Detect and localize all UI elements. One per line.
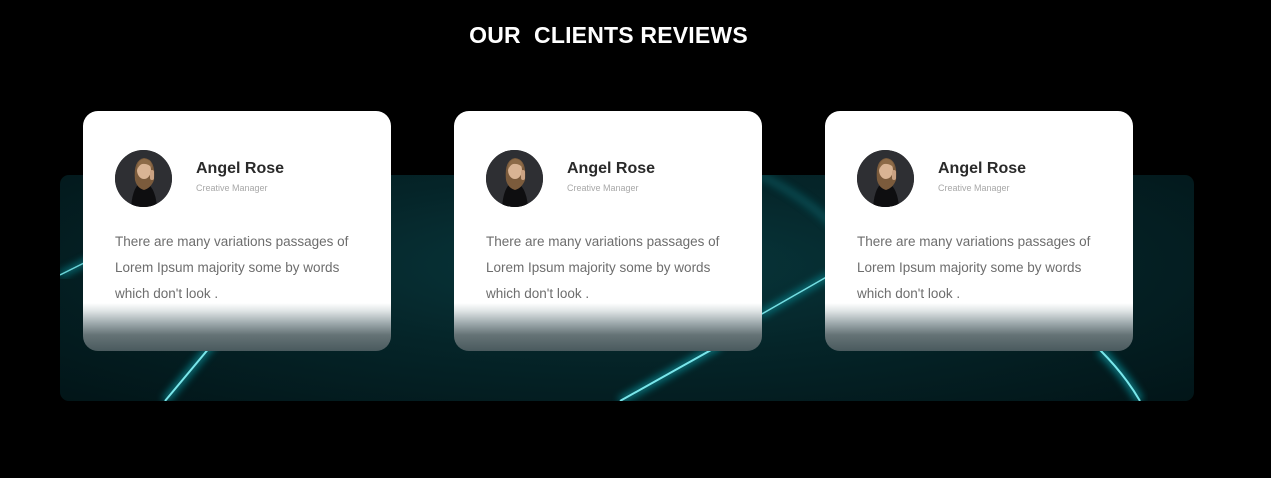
section-title: OUR CLIENTS REVIEWS [469, 22, 748, 48]
user-photo-avatar [115, 150, 172, 207]
reviews-section: OUR CLIENTS REVIEWS Angel Rose Creative … [0, 0, 1271, 478]
review-text: There are many variations passages of Lo… [486, 234, 720, 301]
reviewer-name: Angel Rose [196, 160, 285, 177]
reviewer-name: Angel Rose [938, 160, 1027, 177]
user-photo-avatar [857, 150, 914, 207]
review-card: Angel Rose Creative Manager There are ma… [825, 111, 1133, 351]
review-card: Angel Rose Creative Manager There are ma… [454, 111, 762, 351]
review-text: There are many variations passages of Lo… [115, 234, 349, 301]
reviewer-role: Creative Manager [567, 183, 639, 193]
avatar-portrait-icon [857, 150, 914, 207]
avatar-portrait-icon [486, 150, 543, 207]
reviewer-role: Creative Manager [196, 183, 268, 193]
review-text: There are many variations passages of Lo… [857, 234, 1091, 301]
reviewer-name: Angel Rose [567, 160, 656, 177]
review-card: Angel Rose Creative Manager There are ma… [83, 111, 391, 351]
reviewer-role: Creative Manager [938, 183, 1010, 193]
user-photo-avatar [486, 150, 543, 207]
avatar-portrait-icon [115, 150, 172, 207]
